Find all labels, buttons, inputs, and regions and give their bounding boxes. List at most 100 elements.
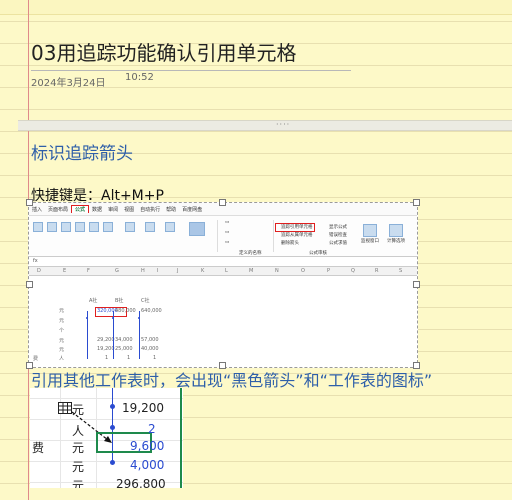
function-icon: [47, 222, 57, 232]
function-icon: [145, 222, 155, 232]
column-header: L: [225, 267, 228, 274]
group-separator: [217, 220, 218, 252]
resize-handle[interactable]: [26, 281, 33, 288]
watch-window-button: 监视窗口: [361, 239, 379, 244]
notebook-top-bar: [0, 0, 512, 15]
page-title[interactable]: 03用追踪功能确认引用单元格: [31, 37, 296, 66]
trace-dot: [110, 404, 115, 409]
excel-ribbon: ▭ ▭ ▭ 定义的名称 追踪引用单元格 追踪从属单元格 删除箭头 显示公式 错误…: [29, 216, 417, 257]
define-name-icon: ▭: [225, 240, 230, 245]
calculation-options-icon: [389, 224, 403, 237]
header-cell: B社: [115, 298, 124, 304]
trace-dot: [138, 317, 140, 319]
unit-cell: 元: [72, 403, 85, 417]
unit-cell: 元: [59, 338, 65, 344]
value-cell: 57,000: [141, 337, 159, 343]
trace-dependents-button: 追踪从属单元格: [281, 233, 313, 238]
value-cell: 9,600: [130, 439, 165, 453]
group-label-auditing: 公式审核: [309, 251, 327, 256]
unit-cell: 人: [72, 424, 85, 438]
resize-handle[interactable]: [26, 199, 33, 206]
unit-cell: 个: [59, 328, 65, 334]
column-header: E: [63, 267, 67, 274]
resize-handle[interactable]: [413, 199, 420, 206]
watch-window-icon: [363, 224, 377, 237]
section-heading-trace-arrows[interactable]: 标识追踪箭头: [31, 139, 133, 164]
define-name-icon: ▭: [225, 220, 230, 225]
evaluate-formula-button: 公式求值: [329, 241, 347, 246]
ribbon-tab: 数据: [92, 206, 103, 213]
ribbon-tab: 百度网盘: [182, 206, 203, 213]
column-header: I: [157, 267, 159, 274]
trace-precedents-button: 追踪引用单元格: [281, 225, 313, 230]
column-header: F: [87, 267, 90, 274]
function-icon: [165, 222, 175, 232]
unit-cell: 元: [72, 441, 85, 455]
note-container-handle-bar[interactable]: ····: [18, 120, 512, 131]
error-checking-button: 错误检查: [329, 233, 347, 238]
column-header-row: D E F G H I J K L M N O P Q R S: [29, 267, 417, 276]
column-header: S: [399, 267, 403, 274]
value-cell: 1: [105, 355, 109, 361]
value-cell: 25,000: [115, 346, 133, 352]
page-date: 2024年3月24日: [31, 78, 106, 89]
value-cell: 4,000: [130, 458, 165, 472]
value-cell: 34,000: [115, 337, 133, 343]
function-icon: [75, 222, 85, 232]
ribbon-tab: 帮助: [166, 206, 177, 213]
group-separator: [273, 220, 274, 252]
side-label: 费: [33, 356, 39, 362]
name-manager-icon: [189, 222, 205, 236]
column-header: D: [37, 267, 41, 274]
value-cell: 29,200: [97, 337, 115, 343]
drag-grip-icon[interactable]: ····: [276, 120, 290, 129]
column-header: Q: [351, 267, 355, 274]
column-header: P: [327, 267, 331, 274]
function-icon: [33, 222, 43, 232]
group-label-names: 定义的名称: [239, 251, 262, 256]
unit-cell: 元: [59, 308, 65, 314]
title-underline: [31, 70, 351, 71]
column-header: K: [201, 267, 205, 274]
header-cell: A社: [89, 298, 98, 304]
function-icon: [61, 222, 71, 232]
ribbon-tab: 页面布局: [48, 206, 69, 213]
remove-arrows-button: 删除箭头: [281, 241, 299, 246]
excel-screenshot-image[interactable]: 插入 页面布局 公式 数据 审阅 视图 自动执行 帮助 百度网盘 ▭ ▭ ▭ 定…: [28, 202, 418, 368]
column-header: M: [249, 267, 254, 274]
row-label: 费: [32, 441, 45, 455]
ribbon-tab: 审阅: [108, 206, 119, 213]
unit-cell: 元: [59, 347, 65, 353]
value-cell: 296,800: [116, 477, 166, 488]
function-icon: [89, 222, 99, 232]
column-header: H: [141, 267, 145, 274]
trace-dot: [110, 460, 115, 465]
value-cell: 1: [153, 355, 157, 361]
value-cell: 19,200: [97, 346, 115, 352]
show-formulas-button: 显示公式: [329, 225, 347, 230]
unit-cell: 元: [72, 479, 85, 488]
trace-dot: [110, 425, 115, 430]
column-header: O: [301, 267, 305, 274]
value-cell: 40,000: [141, 346, 159, 352]
formula-bar: fx: [29, 257, 417, 267]
ribbon-tab-active: 公式: [71, 205, 90, 213]
zoomed-table-screenshot[interactable]: 元 19,200 人 2 费 元 9,600 元 4,000 元 296,800: [30, 388, 183, 488]
column-header: J: [177, 267, 179, 274]
value-cell: 480,000: [115, 308, 136, 314]
ribbon-tab: 插入: [32, 206, 43, 213]
value-cell: 1: [127, 355, 131, 361]
header-cell: C社: [141, 298, 150, 304]
trace-dot: [86, 317, 88, 319]
page-time: 10:52: [125, 72, 154, 83]
value-cell: 19,200: [122, 401, 164, 415]
trace-dot: [112, 317, 114, 319]
column-header: R: [375, 267, 379, 274]
column-header: G: [115, 267, 119, 274]
resize-handle[interactable]: [413, 281, 420, 288]
define-name-icon: ▭: [225, 230, 230, 235]
resize-handle[interactable]: [219, 199, 226, 206]
function-icon: [125, 222, 135, 232]
fx-label: fx: [33, 258, 38, 264]
unit-cell: 元: [72, 460, 85, 474]
